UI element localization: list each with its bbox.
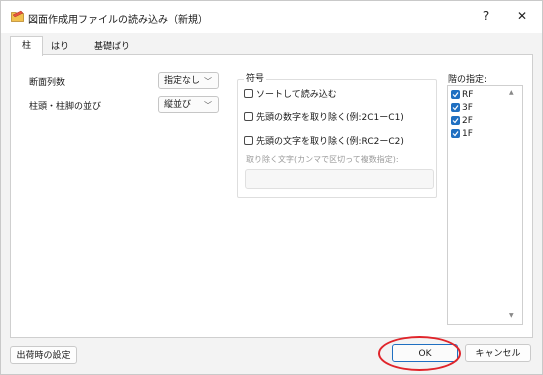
folder-app-icon bbox=[11, 10, 25, 22]
symbol-group-title: 符号 bbox=[244, 71, 267, 84]
remove-leading-chars-label: 先頭の文字を取り除く(例:RC2ーC2) bbox=[256, 137, 404, 147]
checkbox-checked-icon[interactable] bbox=[451, 103, 460, 112]
order-value: 縦並び bbox=[164, 100, 192, 110]
dialog-window: 図面作成用ファイルの読み込み（新規） ? ✕ 柱 はり 基礎ばり 断面列数 指定… bbox=[0, 0, 543, 375]
tab-foundation-beam[interactable]: 基礎ばり bbox=[87, 39, 137, 55]
remove-leading-chars-checkbox[interactable] bbox=[244, 136, 253, 145]
checkbox-checked-icon[interactable] bbox=[451, 116, 460, 125]
chevron-down-icon: ﹀ bbox=[204, 101, 212, 110]
ok-button[interactable]: OK bbox=[392, 344, 458, 362]
section-count-label: 断面列数 bbox=[29, 78, 66, 88]
floor-item-label: 2F bbox=[462, 116, 473, 126]
tab-column[interactable]: 柱 bbox=[10, 36, 43, 56]
remove-leading-digits-label: 先頭の数字を取り除く(例:2C1ーC1) bbox=[256, 113, 404, 123]
order-label: 柱頭・柱脚の並び bbox=[29, 102, 102, 112]
section-count-value: 指定なし bbox=[164, 76, 201, 86]
factory-settings-button[interactable]: 出荷時の設定 bbox=[10, 346, 77, 364]
sort-checkbox-label: ソートして読み込む bbox=[256, 90, 337, 100]
tab-beam[interactable]: はり bbox=[45, 39, 75, 55]
floor-item-label: 3F bbox=[462, 103, 473, 113]
cancel-button[interactable]: キャンセル bbox=[465, 344, 531, 362]
checkbox-checked-icon[interactable] bbox=[451, 90, 460, 99]
title-bar: 図面作成用ファイルの読み込み（新規） ? ✕ bbox=[1, 1, 542, 33]
scroll-up-arrow-icon[interactable]: ▲ bbox=[509, 89, 514, 96]
chevron-down-icon: ﹀ bbox=[204, 77, 212, 86]
floor-item-rf[interactable]: RF bbox=[451, 89, 473, 101]
order-select[interactable]: 縦並び ﹀ bbox=[158, 96, 219, 113]
remove-leading-chars-row[interactable]: 先頭の文字を取り除く(例:RC2ーC2) bbox=[244, 134, 404, 147]
floor-item-3f[interactable]: 3F bbox=[451, 102, 473, 114]
floor-item-1f[interactable]: 1F bbox=[451, 128, 473, 140]
scroll-down-arrow-icon[interactable]: ▼ bbox=[509, 312, 514, 319]
remove-leading-digits-row[interactable]: 先頭の数字を取り除く(例:2C1ーC1) bbox=[244, 110, 404, 123]
sort-checkbox-row[interactable]: ソートして読み込む bbox=[244, 87, 337, 100]
window-title: 図面作成用ファイルの読み込み（新規） bbox=[28, 15, 208, 26]
remove-leading-digits-checkbox[interactable] bbox=[244, 112, 253, 121]
sort-checkbox[interactable] bbox=[244, 89, 253, 98]
floors-label: 階の指定: bbox=[448, 75, 488, 85]
floor-item-label: RF bbox=[462, 90, 474, 100]
floor-item-label: 1F bbox=[462, 129, 473, 139]
remove-chars-label: 取り除く文字(カンマで区切って複数指定): bbox=[246, 155, 399, 164]
section-count-select[interactable]: 指定なし ﹀ bbox=[158, 72, 219, 89]
help-button[interactable]: ? bbox=[471, 5, 501, 27]
floor-item-2f[interactable]: 2F bbox=[451, 115, 473, 127]
remove-chars-input[interactable] bbox=[245, 169, 434, 189]
close-button[interactable]: ✕ bbox=[507, 5, 537, 27]
checkbox-checked-icon[interactable] bbox=[451, 129, 460, 138]
